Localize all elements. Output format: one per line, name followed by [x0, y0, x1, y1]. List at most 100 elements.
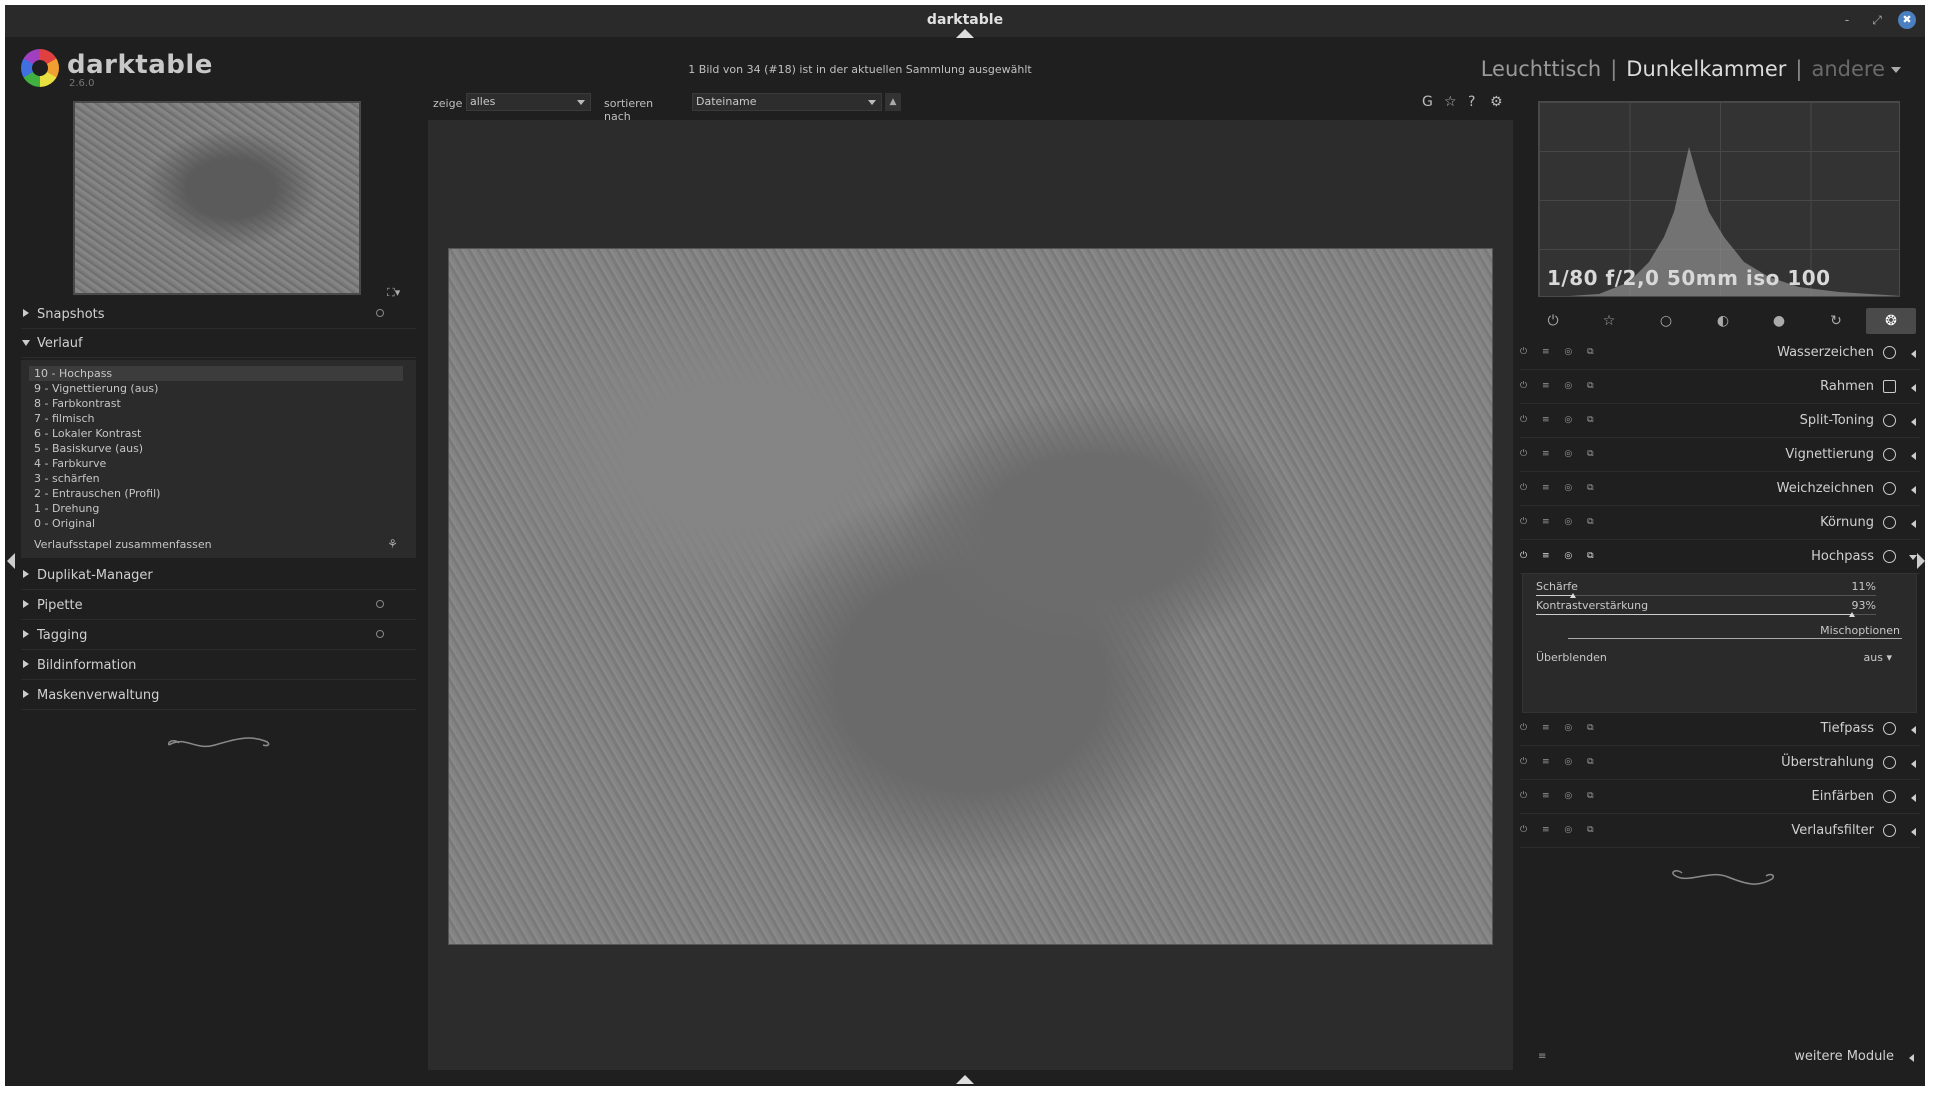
- history-item[interactable]: 1 - Drehung: [29, 501, 403, 516]
- module-controls-icon[interactable]: ⏻ ≡ ◎ ⧉: [1520, 517, 1600, 527]
- module-controls-icon[interactable]: ⏻ ≡ ◎ ⧉: [1520, 551, 1600, 561]
- module-controls-icon[interactable]: ⏻ ≡ ◎ ⧉: [1520, 825, 1600, 835]
- contrast-boost-slider[interactable]: Kontrastverstärkung 93%: [1536, 599, 1906, 617]
- sharpness-slider[interactable]: Schärfe 11%: [1536, 580, 1906, 598]
- expand-arrow-icon[interactable]: [1911, 794, 1916, 802]
- view-other[interactable]: andere: [1811, 57, 1885, 81]
- close-button[interactable]: ✖: [1898, 11, 1916, 29]
- module-duplicate-manager[interactable]: Duplikat-Manager: [21, 562, 416, 590]
- module-name: Körnung: [1820, 515, 1874, 530]
- more-modules-button[interactable]: ≡ weitere Module: [1520, 1047, 1920, 1069]
- frame-icon: [1883, 380, 1896, 393]
- module-tagging[interactable]: Tagging: [21, 622, 416, 650]
- maximize-button[interactable]: ⤢: [1868, 11, 1886, 29]
- bottom-panel-toggle-icon[interactable]: [956, 1075, 974, 1084]
- module-controls-icon[interactable]: ⏻ ≡ ◎ ⧉: [1520, 757, 1600, 767]
- module-controls-icon[interactable]: ⏻ ≡ ◎ ⧉: [1520, 449, 1600, 459]
- expand-arrow-icon[interactable]: [1911, 486, 1916, 494]
- edited-photo[interactable]: [448, 248, 1493, 945]
- module-vignette[interactable]: ⏻ ≡ ◎ ⧉ Vignettierung: [1520, 439, 1920, 472]
- expand-triangle-icon: [23, 309, 29, 317]
- tab-favorites[interactable]: ☆: [1584, 308, 1634, 334]
- module-history[interactable]: Verlauf: [21, 330, 416, 358]
- preferences-gear-icon[interactable]: ⚙: [1490, 94, 1503, 110]
- reset-icon[interactable]: [376, 309, 384, 317]
- overlay-star-icon[interactable]: ☆: [1444, 94, 1457, 110]
- history-item[interactable]: 2 - Entrauschen (Profil): [29, 486, 403, 501]
- collapse-arrow-icon[interactable]: [1909, 555, 1917, 560]
- top-panel-toggle-icon[interactable]: [956, 29, 974, 38]
- expand-arrow-icon[interactable]: [1911, 350, 1916, 358]
- grouping-icon[interactable]: G: [1422, 94, 1433, 110]
- module-soften[interactable]: ⏻ ≡ ◎ ⧉ Weichzeichnen: [1520, 473, 1920, 506]
- history-item[interactable]: 5 - Basiskurve (aus): [29, 441, 403, 456]
- module-lowpass[interactable]: ⏻ ≡ ◎ ⧉ Tiefpass: [1520, 713, 1920, 746]
- module-controls-icon[interactable]: ⏻ ≡ ◎ ⧉: [1520, 347, 1600, 357]
- module-controls-icon[interactable]: ⏻ ≡ ◎ ⧉: [1520, 723, 1600, 733]
- history-item[interactable]: 7 - filmisch: [29, 411, 403, 426]
- module-controls-icon[interactable]: ⏻ ≡ ◎ ⧉: [1520, 791, 1600, 801]
- minimize-button[interactable]: -: [1838, 11, 1856, 29]
- history-item[interactable]: 3 - schärfen: [29, 471, 403, 486]
- expand-arrow-icon[interactable]: [1911, 452, 1916, 460]
- compress-history-button[interactable]: Verlaufsstapel zusammenfassen: [34, 538, 212, 551]
- help-icon[interactable]: ?: [1468, 94, 1475, 110]
- history-item[interactable]: 4 - Farbkurve: [29, 456, 403, 471]
- zoom-fit-icon[interactable]: ⛶▾: [387, 286, 400, 300]
- tab-tone-group[interactable]: ◐: [1698, 308, 1748, 334]
- history-item[interactable]: 0 - Original: [29, 516, 403, 531]
- navigation-thumbnail[interactable]: [73, 101, 361, 295]
- module-controls-icon[interactable]: ⏻ ≡ ◎ ⧉: [1520, 415, 1600, 425]
- view-lighttable[interactable]: Leuchttisch: [1481, 57, 1602, 81]
- module-colorize[interactable]: ⏻ ≡ ◎ ⧉ Einfärben: [1520, 781, 1920, 814]
- module-mask-manager[interactable]: Maskenverwaltung: [21, 682, 416, 710]
- module-frame[interactable]: ⏻ ≡ ◎ ⧉ Rahmen: [1520, 371, 1920, 404]
- history-item[interactable]: 10 - Hochpass: [29, 366, 403, 381]
- sort-select[interactable]: Dateiname: [692, 93, 882, 111]
- module-highpass[interactable]: ⏻ ≡ ◎ ⧉ Hochpass: [1520, 541, 1920, 574]
- module-grain[interactable]: ⏻ ≡ ◎ ⧉ Körnung: [1520, 507, 1920, 540]
- slider-knob-icon[interactable]: [1570, 593, 1577, 598]
- tab-effects-group[interactable]: ❂: [1866, 308, 1916, 334]
- tab-basic-group[interactable]: ○: [1641, 308, 1691, 334]
- module-pipette[interactable]: Pipette: [21, 592, 416, 620]
- sort-direction-button[interactable]: ▲: [885, 93, 901, 111]
- views-dropdown-icon[interactable]: [1891, 67, 1901, 73]
- history-item[interactable]: 6 - Lokaler Kontrast: [29, 426, 403, 441]
- show-select[interactable]: alles: [466, 93, 591, 111]
- expand-arrow-icon[interactable]: [1911, 726, 1916, 734]
- reset-icon[interactable]: [376, 600, 384, 608]
- module-name: Einfärben: [1811, 789, 1874, 804]
- expand-arrow-icon[interactable]: [1911, 520, 1916, 528]
- module-image-information[interactable]: Bildinformation: [21, 652, 416, 680]
- left-panel-toggle-icon[interactable]: [7, 553, 15, 569]
- module-controls-icon[interactable]: ⏻ ≡ ◎ ⧉: [1520, 381, 1600, 391]
- view-darkroom[interactable]: Dunkelkammer: [1626, 57, 1786, 81]
- history-item[interactable]: 8 - Farbkontrast: [29, 396, 403, 411]
- expand-arrow-icon[interactable]: [1911, 418, 1916, 426]
- module-watermark[interactable]: ⏻ ≡ ◎ ⧉ Wasserzeichen: [1520, 337, 1920, 370]
- module-snapshots[interactable]: Snapshots: [21, 301, 416, 329]
- module-bloom[interactable]: ⏻ ≡ ◎ ⧉ Überstrahlung: [1520, 747, 1920, 780]
- create-style-icon[interactable]: ⚘: [387, 537, 398, 551]
- expand-triangle-icon: [23, 570, 29, 578]
- tab-active-modules[interactable]: ⏻: [1528, 308, 1578, 334]
- presets-menu-icon[interactable]: ≡: [1538, 1051, 1546, 1062]
- tab-color-group[interactable]: ●: [1754, 308, 1804, 334]
- module-controls-icon[interactable]: ⏻ ≡ ◎ ⧉: [1520, 483, 1600, 493]
- slider-knob-icon[interactable]: [1849, 612, 1856, 617]
- expand-arrow-icon[interactable]: [1911, 828, 1916, 836]
- reset-icon[interactable]: [376, 630, 384, 638]
- expand-arrow-icon: [1909, 1054, 1914, 1062]
- chevron-down-icon: [577, 100, 585, 105]
- history-item[interactable]: 9 - Vignettierung (aus): [29, 381, 403, 396]
- histogram[interactable]: 1/80 f/2,0 50mm iso 100: [1538, 101, 1900, 297]
- module-graduated-filter[interactable]: ⏻ ≡ ◎ ⧉ Verlaufsfilter: [1520, 815, 1920, 848]
- expand-arrow-icon[interactable]: [1911, 384, 1916, 392]
- app-name: darktable: [67, 50, 213, 80]
- tab-correct-group[interactable]: ↻: [1811, 308, 1861, 334]
- expand-arrow-icon[interactable]: [1911, 760, 1916, 768]
- blend-mode-select[interactable]: Überblenden aus ▾: [1536, 651, 1906, 664]
- module-split-toning[interactable]: ⏻ ≡ ◎ ⧉ Split-Toning: [1520, 405, 1920, 438]
- soften-icon: [1883, 482, 1896, 495]
